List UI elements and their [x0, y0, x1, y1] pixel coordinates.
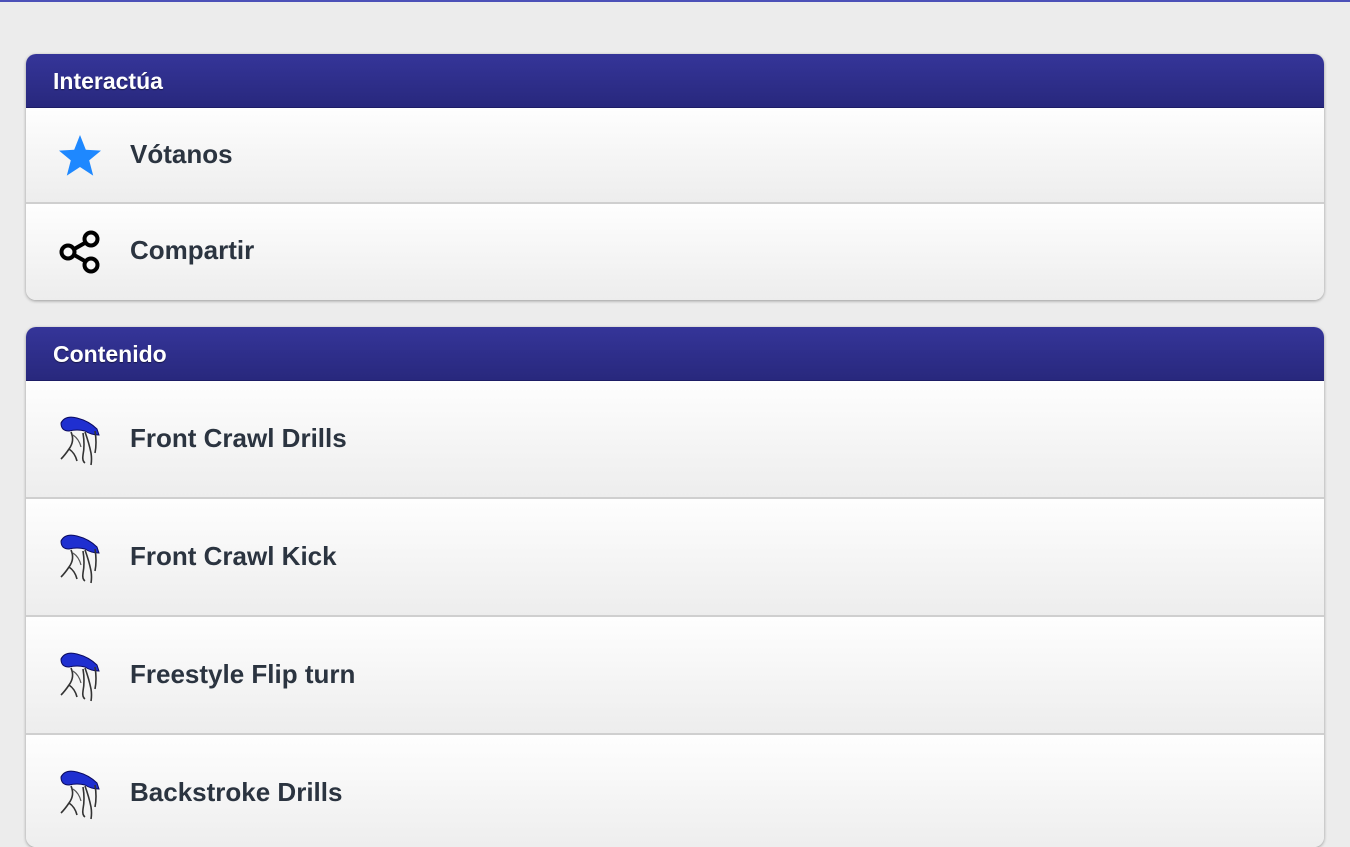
interact-header: Interactúa	[26, 54, 1324, 108]
list-item-freestyle-flip-turn[interactable]: Freestyle Flip turn	[26, 617, 1324, 735]
list-item-label: Vótanos	[130, 139, 233, 169]
list-item-label: Front Crawl Kick	[130, 541, 337, 571]
content-panel: Contenido Front Crawl Drills Front Crawl…	[26, 327, 1324, 847]
interact-panel: Interactúa Vótanos Compartir	[26, 54, 1324, 300]
top-accent-line	[0, 0, 1350, 2]
list-item-label: Front Crawl Drills	[130, 423, 347, 453]
list-item-label: Freestyle Flip turn	[130, 659, 356, 689]
share-icon	[54, 226, 106, 278]
list-item-rate[interactable]: Vótanos	[26, 108, 1324, 204]
list-item-backstroke-drills[interactable]: Backstroke Drills	[26, 735, 1324, 847]
swimmer-icon	[54, 532, 106, 584]
swimmer-icon	[54, 650, 106, 702]
list-item-front-crawl-kick[interactable]: Front Crawl Kick	[26, 499, 1324, 617]
list-item-share[interactable]: Compartir	[26, 204, 1324, 300]
swimmer-icon	[54, 768, 106, 820]
list-item-front-crawl-drills[interactable]: Front Crawl Drills	[26, 381, 1324, 499]
list-item-label: Compartir	[130, 235, 255, 265]
swimmer-icon	[54, 414, 106, 466]
content-header: Contenido	[26, 327, 1324, 381]
list-item-label: Backstroke Drills	[130, 777, 343, 807]
star-icon	[54, 130, 106, 182]
